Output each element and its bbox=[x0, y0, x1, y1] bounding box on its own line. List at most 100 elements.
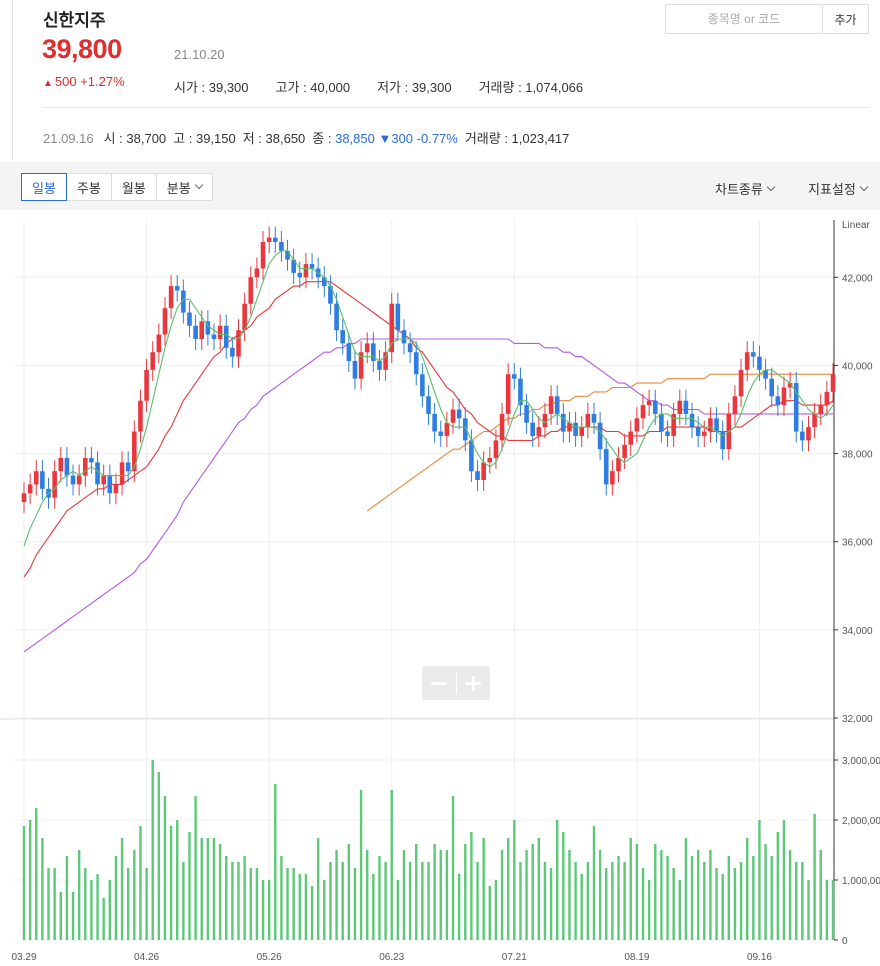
candle-down bbox=[432, 402, 437, 443]
candle-down bbox=[40, 460, 45, 500]
chevron-down-icon bbox=[859, 182, 869, 191]
candle-body bbox=[591, 413, 597, 423]
candle-up bbox=[536, 416, 542, 447]
volume-bar bbox=[660, 850, 663, 940]
candle-down bbox=[230, 336, 235, 368]
candle-body bbox=[554, 396, 560, 414]
date-tick-label: 06.23 bbox=[379, 952, 404, 963]
candle-body bbox=[64, 457, 70, 476]
candle-body bbox=[616, 457, 621, 472]
candle-body bbox=[107, 475, 113, 494]
candle-body bbox=[254, 268, 260, 278]
add-button[interactable]: 추가 bbox=[823, 4, 869, 34]
volume-bar bbox=[372, 874, 375, 940]
volume-bar bbox=[445, 850, 449, 940]
candle-body bbox=[573, 422, 578, 436]
candle-body bbox=[364, 343, 370, 353]
volume-bar bbox=[543, 862, 547, 940]
price-tick-label: 34,000 bbox=[842, 626, 873, 637]
tab-weekly[interactable]: 주봉 bbox=[66, 173, 112, 201]
divider bbox=[43, 107, 869, 108]
indicator-settings-menu[interactable]: 지표설정 bbox=[808, 179, 869, 198]
candle-down bbox=[205, 310, 211, 346]
candle-up bbox=[701, 420, 707, 447]
candle-body bbox=[211, 334, 217, 339]
zoom-out-button[interactable]: − bbox=[422, 666, 456, 700]
volume-bar bbox=[752, 856, 755, 940]
candle-down bbox=[340, 319, 345, 355]
volume-bar bbox=[813, 814, 816, 940]
candle-body bbox=[830, 374, 836, 392]
candle-down bbox=[272, 226, 278, 254]
candle-down bbox=[64, 446, 70, 487]
volume-bar bbox=[795, 862, 798, 940]
search-input[interactable] bbox=[666, 5, 822, 33]
volume-bar bbox=[556, 820, 559, 940]
prev-change: ▼300 -0.77% bbox=[378, 131, 458, 146]
prev-close-value: 38,850 bbox=[335, 131, 375, 146]
prev-high: 고 : 39,150 bbox=[173, 131, 236, 146]
volume-bar bbox=[194, 796, 197, 940]
tab-minute[interactable]: 분봉 bbox=[156, 173, 213, 201]
candle-down bbox=[426, 385, 431, 425]
stock-name[interactable]: 신한지주 bbox=[43, 6, 106, 31]
candle-up bbox=[818, 394, 824, 425]
candle-up bbox=[830, 363, 836, 403]
candle-body bbox=[512, 374, 517, 379]
candle-up bbox=[487, 446, 493, 474]
candle-up bbox=[567, 411, 572, 443]
candle-body bbox=[677, 400, 683, 414]
candle-body bbox=[21, 493, 27, 503]
candle-up bbox=[58, 446, 64, 483]
volume-bar bbox=[568, 850, 571, 940]
candle-down bbox=[420, 363, 425, 408]
price-chart[interactable]: Linear 32,000 34,000 36,000 38,000 40,000 42,0… bbox=[0, 210, 880, 966]
candle-body bbox=[603, 449, 609, 485]
candle-down bbox=[395, 292, 401, 342]
candle-body bbox=[334, 303, 339, 331]
candle-up bbox=[358, 341, 364, 390]
volume-bar bbox=[500, 850, 504, 940]
candle-up bbox=[242, 292, 247, 342]
volume-bar bbox=[384, 862, 387, 940]
candle-body bbox=[444, 422, 450, 436]
tab-daily[interactable]: 일봉 bbox=[21, 173, 67, 201]
volume-bar bbox=[788, 850, 792, 940]
candle-body bbox=[420, 374, 425, 397]
candle-down bbox=[800, 420, 805, 452]
volume-bar bbox=[764, 844, 767, 940]
volume-bar bbox=[126, 868, 130, 940]
candle-up bbox=[162, 297, 168, 346]
candle-body bbox=[652, 400, 658, 414]
tab-monthly[interactable]: 월봉 bbox=[111, 173, 157, 201]
volume-bar bbox=[586, 862, 590, 940]
candle-down bbox=[757, 345, 762, 381]
candle-body bbox=[628, 431, 634, 445]
volume-bar bbox=[513, 820, 516, 940]
volume-bar bbox=[464, 844, 467, 940]
volume-bar bbox=[696, 850, 700, 940]
candle-body bbox=[89, 457, 94, 463]
volume-bar bbox=[611, 862, 614, 940]
volume-bar bbox=[647, 880, 651, 940]
volume-tick-label: 2,000,00 bbox=[842, 816, 880, 827]
candle-up bbox=[266, 226, 272, 254]
volume-bar bbox=[629, 838, 632, 940]
candle-up bbox=[505, 363, 511, 425]
candle-body bbox=[738, 369, 744, 397]
volume-bar bbox=[476, 862, 479, 940]
candle-body bbox=[303, 264, 309, 278]
candle-body bbox=[223, 325, 229, 348]
candle-body bbox=[346, 343, 352, 362]
volume-bar bbox=[316, 838, 320, 940]
candle-body bbox=[475, 471, 480, 481]
volume-bar bbox=[22, 826, 26, 940]
volume-bar bbox=[703, 862, 706, 940]
zoom-in-button[interactable]: + bbox=[456, 666, 490, 700]
volume-bar bbox=[745, 838, 749, 940]
volume-bar bbox=[433, 844, 436, 940]
date-tick-label: 08.19 bbox=[624, 952, 649, 963]
chart-type-menu[interactable]: 차트종류 bbox=[715, 179, 776, 198]
candle-up bbox=[364, 332, 370, 364]
volume-bar bbox=[580, 874, 583, 940]
